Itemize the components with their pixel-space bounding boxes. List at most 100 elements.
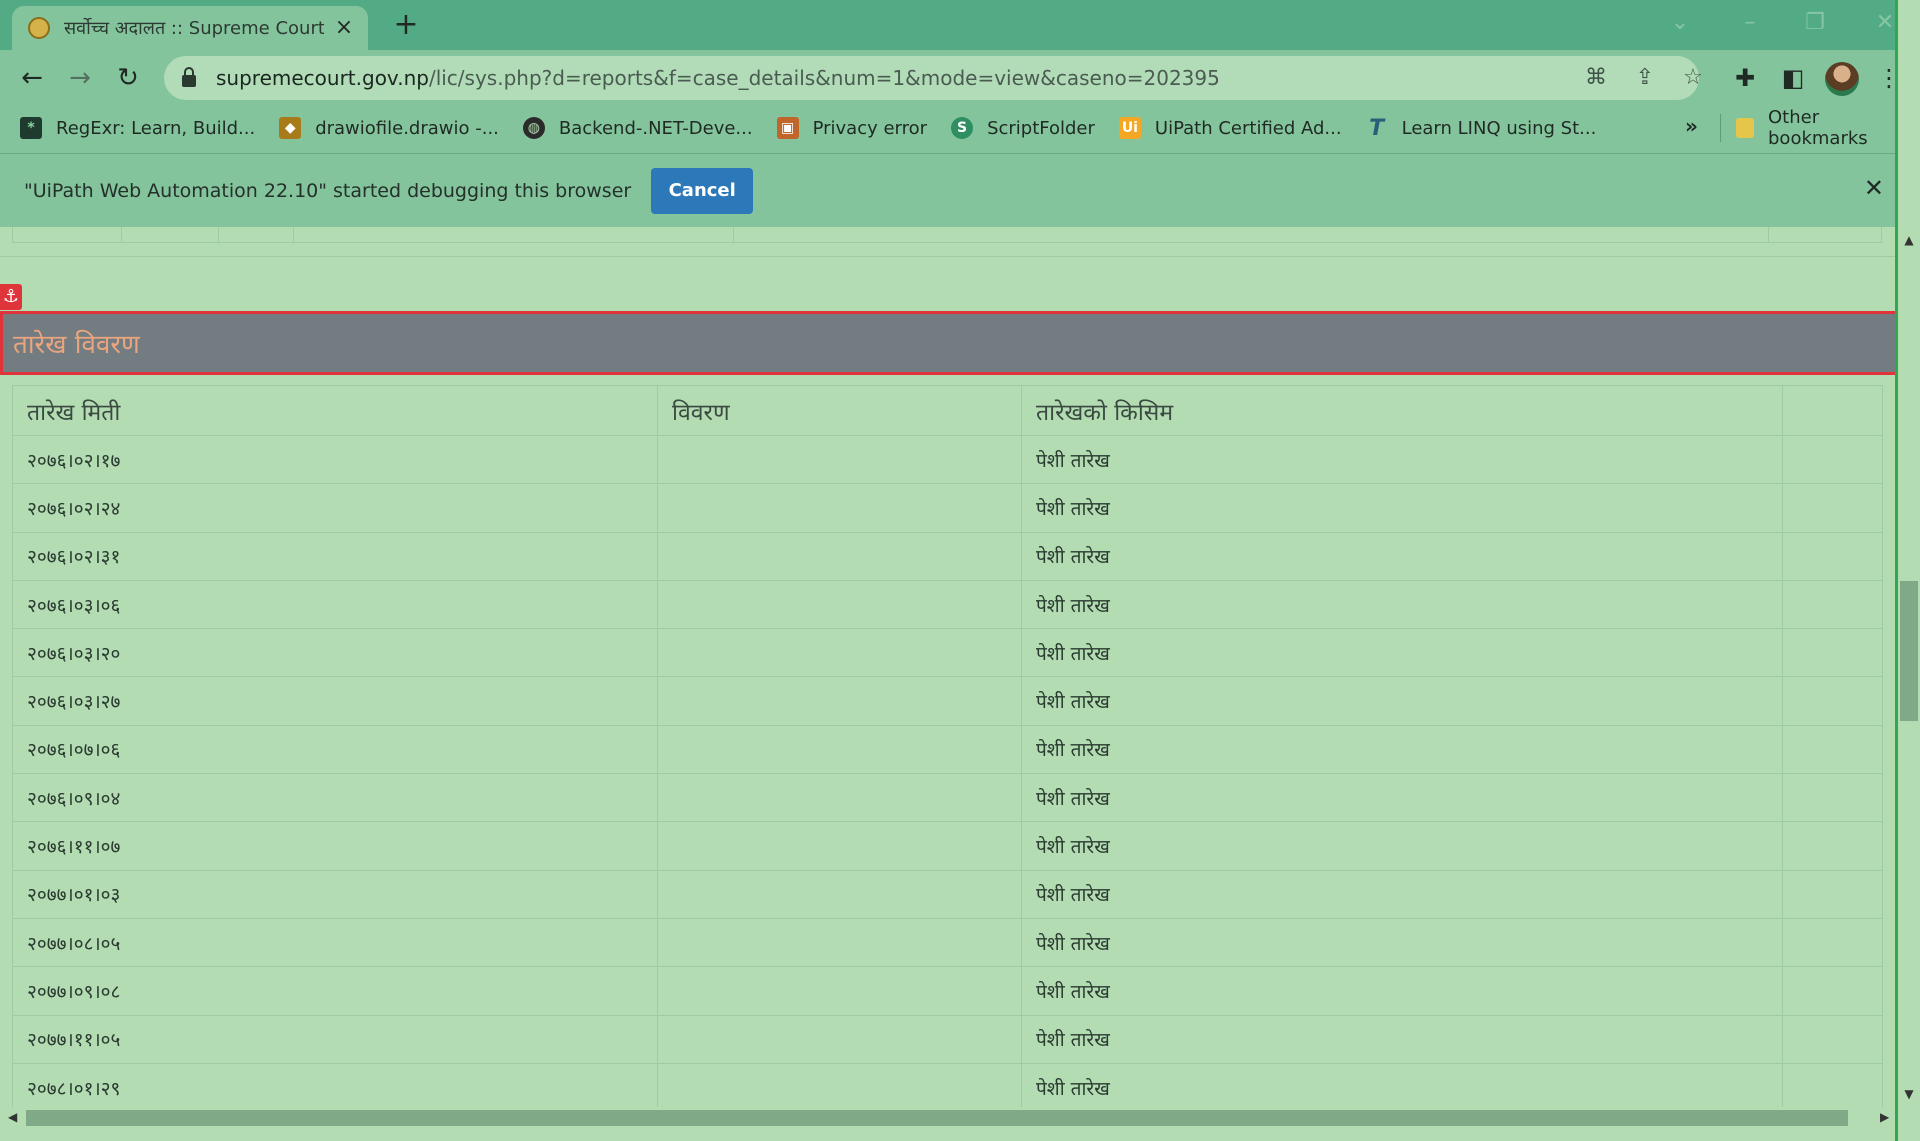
table-row: २०७६।०२।३१ पेशी तारेख xyxy=(12,531,1883,581)
cell-date-type: पेशी तारेख xyxy=(1021,966,1783,1016)
cell-extra xyxy=(1782,531,1883,581)
cell-extra xyxy=(1782,917,1883,968)
bookmark-item[interactable]: * RegExr: Learn, Build... xyxy=(20,117,255,139)
column-header-date-type: तारेखको किसिम xyxy=(1021,385,1783,436)
cell-date-type: पेशी तारेख xyxy=(1021,869,1783,919)
share-icon[interactable]: ⇪ xyxy=(1631,64,1659,92)
translate-icon[interactable]: ⌘ xyxy=(1582,64,1610,92)
cell-description xyxy=(657,773,1022,823)
cell-description xyxy=(657,966,1022,1016)
cell-date: २०७७।०१।०३ xyxy=(12,869,658,919)
bookmark-item[interactable]: S ScriptFolder xyxy=(951,117,1095,139)
bookmark-label: Privacy error xyxy=(812,117,928,139)
table-row: २०७७।११।०५ पेशी तारेख xyxy=(12,1014,1883,1064)
cell-date-type: पेशी तारेख xyxy=(1021,821,1783,871)
bookmark-item[interactable]: ◆ drawiofile.drawio -... xyxy=(279,117,499,139)
tab-title: सर्वोच्च अदालत :: Supreme Court of Nepal xyxy=(64,18,324,39)
cell-description xyxy=(657,917,1022,968)
profile-avatar[interactable] xyxy=(1825,62,1859,96)
table-row: २०७६।०३।२७ पेशी तारेख xyxy=(12,676,1883,726)
other-bookmarks-folder[interactable]: Other bookmarks xyxy=(1736,106,1898,150)
bookmark-item[interactable]: T Learn LINQ using St... xyxy=(1366,116,1596,141)
scroll-up-arrow-icon[interactable]: ▲ xyxy=(1902,233,1916,247)
bookmarks-overflow-chevron-icon[interactable]: » xyxy=(1685,114,1698,138)
date-details-table: तारेख मिती विवरण तारेखको किसिम २०७६।०२।१… xyxy=(12,385,1883,1107)
cell-description xyxy=(657,628,1022,678)
bookmark-label: ScriptFolder xyxy=(987,117,1095,139)
side-panel-icon[interactable]: ◧ xyxy=(1777,62,1809,94)
reload-icon[interactable]: ↻ xyxy=(110,60,146,96)
debugging-infobar: "UiPath Web Automation 22.10" started de… xyxy=(0,153,1898,227)
scroll-right-arrow-icon[interactable]: ▶ xyxy=(1880,1110,1889,1124)
bookmark-label: Backend-.NET-Deve... xyxy=(558,117,753,139)
restore-icon[interactable]: ❐ xyxy=(1800,8,1830,38)
cell-date: २०७७।०८।०५ xyxy=(12,917,658,968)
cell-description xyxy=(657,869,1022,919)
cell-date: २०७६।०९।०४ xyxy=(12,773,658,823)
column-header-date: तारेख मिती xyxy=(12,385,658,436)
table-row: २०७६।११।०७ पेशी तारेख xyxy=(12,821,1883,871)
cell-description xyxy=(657,579,1022,630)
cell-description xyxy=(657,821,1022,871)
table-row: २०७७।०८।०५ पेशी तारेख xyxy=(12,917,1883,968)
tab-search-chevron-icon[interactable]: ⌄ xyxy=(1665,8,1695,38)
cell-date: २०७६।०३।०६ xyxy=(12,579,658,630)
globe-icon: ◍ xyxy=(522,117,545,139)
anchor-icon[interactable]: ⚓ xyxy=(0,284,22,310)
cell-extra xyxy=(1782,724,1883,775)
other-bookmarks-label: Other bookmarks xyxy=(1768,107,1868,149)
forward-arrow-icon[interactable]: → xyxy=(62,60,98,96)
cancel-debugging-button[interactable]: Cancel xyxy=(651,167,754,214)
cell-extra xyxy=(1782,773,1883,823)
horizontal-scroll-thumb[interactable] xyxy=(26,1110,1848,1126)
cell-extra xyxy=(1782,676,1883,726)
more-menu-icon[interactable]: ⋮ xyxy=(1873,62,1905,94)
table-row: २०७६।०२।१७ पेशी तारेख xyxy=(12,434,1883,485)
table-row: २०७७।०१।०३ पेशी तारेख xyxy=(12,869,1883,919)
scroll-down-arrow-icon[interactable]: ▼ xyxy=(1902,1087,1916,1101)
new-tab-plus-icon[interactable]: + xyxy=(390,10,422,42)
uipath-icon: Ui xyxy=(1118,117,1141,139)
tab-close-icon[interactable]: × xyxy=(332,16,356,40)
cell-date-type: पेशी तारेख xyxy=(1021,676,1783,726)
horizontal-scrollbar[interactable]: ◀ ▶ xyxy=(0,1107,1898,1129)
cell-date-type: पेशी तारेख xyxy=(1021,628,1783,678)
bookmark-star-icon[interactable]: ☆ xyxy=(1679,64,1707,92)
column-header-description: विवरण xyxy=(657,385,1022,436)
cell-extra xyxy=(1782,869,1883,919)
cell-date: २०७६।०२।२४ xyxy=(12,483,658,533)
cell-date: २०७६।११।०७ xyxy=(12,821,658,871)
bookmark-item[interactable]: Ui UiPath Certified Ad... xyxy=(1118,117,1342,139)
table-row: २०७८।०१।२९ पेशी तारेख xyxy=(12,1062,1883,1107)
table-row: २०७६।०३।२० पेशी तारेख xyxy=(12,628,1883,678)
vertical-scrollbar[interactable]: ▲ ▼ xyxy=(1898,227,1920,1107)
cell-description xyxy=(657,1062,1022,1107)
cell-date: २०७६।०३।२० xyxy=(12,628,658,678)
section-title: तारेख विवरण xyxy=(13,330,140,360)
bottom-strip xyxy=(0,1129,1920,1141)
extensions-puzzle-icon[interactable]: ✚ xyxy=(1729,62,1761,94)
back-arrow-icon[interactable]: ← xyxy=(14,60,50,96)
cell-date-type: पेशी तारेख xyxy=(1021,917,1783,968)
vertical-scroll-thumb[interactable] xyxy=(1900,581,1918,721)
minimize-icon[interactable]: – xyxy=(1735,8,1765,38)
cell-date-type: पेशी तारेख xyxy=(1021,724,1783,775)
cell-extra xyxy=(1782,1014,1883,1064)
bookmark-item[interactable]: ◍ Backend-.NET-Deve... xyxy=(522,117,753,139)
cell-extra xyxy=(1782,579,1883,630)
page-content: ⚓ तारेख विवरण तारेख मिती विवरण तारेखको क… xyxy=(0,227,1898,1107)
cell-description xyxy=(657,531,1022,581)
browser-tab-active[interactable]: सर्वोच्च अदालत :: Supreme Court of Nepal… xyxy=(12,6,368,50)
cell-date-type: पेशी तारेख xyxy=(1021,483,1783,533)
cell-date-type: पेशी तारेख xyxy=(1021,579,1783,630)
infobar-close-icon[interactable]: ✕ xyxy=(1864,174,1884,202)
address-bar[interactable]: supremecourt.gov.np/lic/sys.php?d=report… xyxy=(164,56,1703,100)
scroll-left-arrow-icon[interactable]: ◀ xyxy=(8,1110,17,1124)
cell-description xyxy=(657,483,1022,533)
url-text: supremecourt.gov.np/lic/sys.php?d=report… xyxy=(216,66,1220,90)
cell-extra xyxy=(1782,434,1883,485)
bookmark-item[interactable]: ▣ Privacy error xyxy=(776,117,928,139)
table-row: २०७६।०९।०४ पेशी तारेख xyxy=(12,773,1883,823)
cell-description xyxy=(657,724,1022,775)
cell-date: २०७८।०१।२९ xyxy=(12,1062,658,1107)
